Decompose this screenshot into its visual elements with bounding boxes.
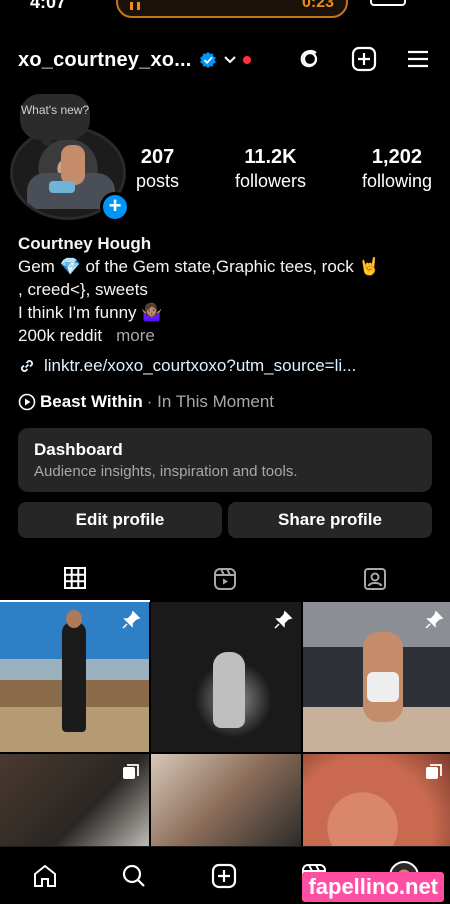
tagged-icon: [364, 568, 386, 590]
tab-reels[interactable]: [150, 556, 300, 602]
status-time: 4:07: [30, 0, 67, 12]
profile-header: xo_courtney_xo...: [18, 42, 432, 78]
bio-line: 200k reddit more: [18, 324, 438, 347]
stat-label: followers: [234, 171, 306, 191]
bio-link[interactable]: linktr.ee/xoxo_courtxoxo?utm_source=li..…: [18, 356, 356, 376]
bio: Courtney Hough Gem 💎 of the Gem state,Gr…: [18, 232, 438, 347]
link-icon: [21, 360, 33, 372]
more-link[interactable]: more: [116, 326, 155, 345]
stat-label: following: [361, 171, 432, 191]
stat-number: 207: [140, 146, 175, 168]
grid-post[interactable]: [0, 602, 149, 752]
grid-icon: [64, 567, 86, 589]
carousel-icon: [123, 764, 139, 779]
battery-icon: [370, 0, 406, 6]
create-icon[interactable]: [350, 45, 378, 73]
dashboard-subtitle: Audience insights, inspiration and tools…: [34, 463, 298, 480]
profile-music[interactable]: Beast Within · In This Moment: [18, 392, 274, 412]
tab-tagged[interactable]: [300, 556, 450, 602]
username[interactable]: xo_courtney_xo...: [18, 49, 191, 72]
grid-post[interactable]: [151, 602, 301, 752]
posts-grid: [0, 602, 450, 846]
pause-icon: [130, 2, 140, 10]
threads-icon[interactable]: [296, 45, 324, 73]
timer-text: 0:23: [301, 0, 334, 11]
play-icon: [18, 393, 36, 411]
watermark: fapellino.net: [302, 872, 444, 902]
profile-actions: Edit profile Share profile: [18, 502, 432, 538]
grid-post[interactable]: [303, 602, 450, 752]
music-artist: · In This Moment: [146, 392, 275, 411]
bio-line: I think I'm funny 🤷🏽‍♀️: [18, 303, 163, 322]
display-name: Courtney Hough: [18, 234, 152, 253]
notification-dot: [243, 56, 252, 64]
create-icon[interactable]: [210, 862, 238, 890]
chevron-down-icon[interactable]: [223, 53, 237, 67]
note-bubble[interactable]: What's new?: [20, 94, 90, 146]
music-title: Beast Within: [40, 392, 143, 411]
edit-profile-button[interactable]: Edit profile: [18, 502, 222, 538]
pin-icon: [425, 610, 444, 629]
bio-line: Gem 💎 of the Gem state,Graphic tees, roc…: [18, 257, 380, 276]
stat-number: 1,202: [371, 146, 422, 168]
pin-icon: [274, 610, 293, 629]
link-text: linktr.ee/xoxo_courtxoxo?utm_source=li..…: [44, 356, 357, 375]
bio-line: , creed<}, sweets: [18, 280, 148, 299]
status-bar: 4:07 0:23: [0, 0, 450, 20]
grid-post[interactable]: [303, 754, 450, 846]
tab-posts[interactable]: [0, 556, 150, 602]
profile-stats: 207 posts 11.2K followers 1,202 followin…: [136, 146, 432, 194]
carousel-icon: [426, 764, 442, 779]
reels-icon: [214, 568, 236, 590]
home-icon[interactable]: [31, 862, 59, 890]
stat-posts[interactable]: 207 posts: [136, 146, 179, 194]
bio-line-text: 200k reddit: [18, 326, 103, 345]
profile-tabs: [0, 556, 450, 602]
menu-icon[interactable]: [404, 45, 432, 73]
stat-followers[interactable]: 11.2K followers: [235, 146, 306, 194]
grid-post[interactable]: [151, 754, 301, 846]
pin-icon: [122, 610, 141, 629]
verified-badge-icon: [200, 51, 217, 69]
profile-avatar[interactable]: +: [10, 126, 130, 222]
stat-following[interactable]: 1,202 following: [362, 146, 432, 194]
dashboard-title: Dashboard: [34, 440, 123, 459]
add-story-button[interactable]: +: [100, 192, 130, 222]
live-activity-pill[interactable]: 0:23: [116, 0, 348, 18]
dashboard-card[interactable]: Dashboard Audience insights, inspiration…: [18, 428, 432, 492]
stat-number: 11.2K: [244, 146, 297, 168]
share-profile-button[interactable]: Share profile: [228, 502, 432, 538]
stat-label: posts: [136, 171, 180, 191]
grid-post[interactable]: [0, 754, 149, 846]
search-icon[interactable]: [120, 862, 148, 890]
